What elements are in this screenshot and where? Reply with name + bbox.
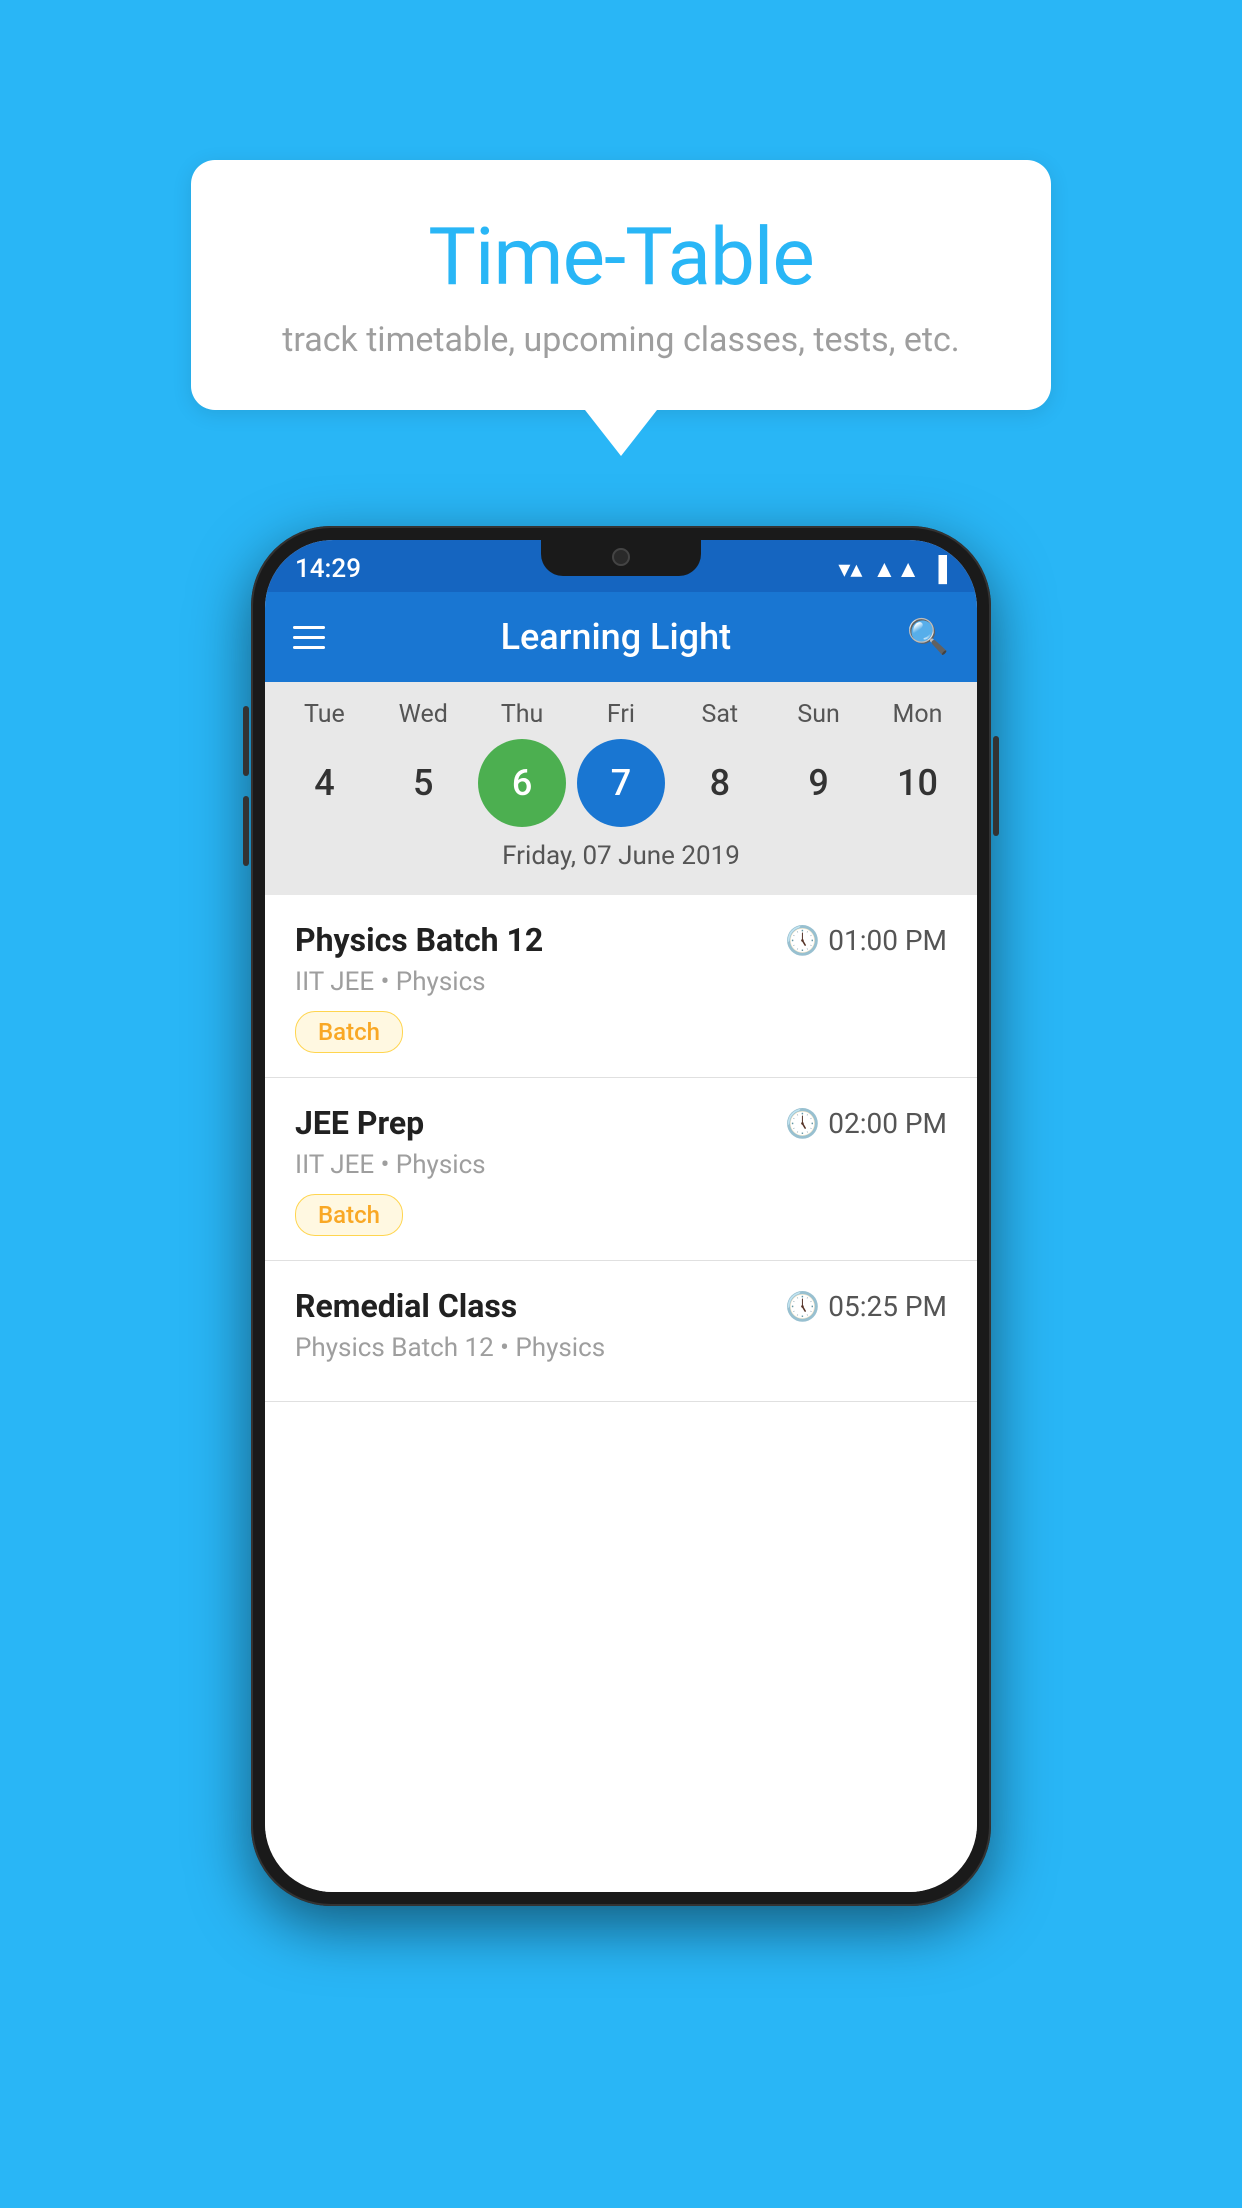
clock-icon-2: 🕔 [785, 1107, 820, 1140]
phone-screen: 14:29 ▾▴ ▲▲ ▐ Learning Light 🔍 [265, 540, 977, 1892]
day-numbers: 4 5 6 7 8 9 10 [265, 729, 977, 835]
power-button [993, 736, 999, 836]
promo-title: Time-Table [251, 210, 991, 304]
front-camera [612, 548, 630, 566]
status-time: 14:29 [295, 554, 361, 584]
schedule-item-2-subtitle: IIT JEE • Physics [295, 1150, 947, 1180]
day-header-sun: Sun [775, 700, 863, 729]
schedule-item-1-title: Physics Batch 12 [295, 921, 543, 959]
schedule-item-3-subtitle: Physics Batch 12 • Physics [295, 1333, 947, 1363]
day-6-today[interactable]: 6 [478, 739, 566, 827]
app-bar: Learning Light 🔍 [265, 592, 977, 682]
day-headers: Tue Wed Thu Fri Sat Sun Mon [265, 700, 977, 729]
day-header-wed: Wed [379, 700, 467, 729]
batch-badge-2: Batch [295, 1194, 403, 1236]
phone-notch [541, 540, 701, 576]
phone-frame: 14:29 ▾▴ ▲▲ ▐ Learning Light 🔍 [251, 526, 991, 1906]
schedule-list: Physics Batch 12 🕔 01:00 PM IIT JEE • Ph… [265, 895, 977, 1892]
status-icons: ▾▴ ▲▲ ▐ [838, 555, 947, 584]
speech-bubble-card: Time-Table track timetable, upcoming cla… [191, 160, 1051, 410]
volume-up-button [243, 706, 249, 776]
schedule-item-1-time: 🕔 01:00 PM [785, 924, 947, 957]
day-10[interactable]: 10 [873, 739, 961, 827]
schedule-item-2-title: JEE Prep [295, 1104, 424, 1142]
schedule-item-3-title: Remedial Class [295, 1287, 517, 1325]
day-8[interactable]: 8 [676, 739, 764, 827]
day-header-sat: Sat [676, 700, 764, 729]
clock-icon-1: 🕔 [785, 924, 820, 957]
schedule-item-2[interactable]: JEE Prep 🕔 02:00 PM IIT JEE • Physics Ba… [265, 1078, 977, 1261]
app-title: Learning Light [325, 616, 907, 658]
day-header-fri: Fri [577, 700, 665, 729]
calendar-strip: Tue Wed Thu Fri Sat Sun Mon 4 5 6 7 8 9 … [265, 682, 977, 895]
day-header-mon: Mon [873, 700, 961, 729]
wifi-icon: ▾▴ [838, 555, 862, 583]
schedule-item-2-time: 🕔 02:00 PM [785, 1107, 947, 1140]
schedule-item-1-header: Physics Batch 12 🕔 01:00 PM [295, 921, 947, 959]
schedule-item-3[interactable]: Remedial Class 🕔 05:25 PM Physics Batch … [265, 1261, 977, 1402]
promo-subtitle: track timetable, upcoming classes, tests… [251, 320, 991, 360]
selected-date-label: Friday, 07 June 2019 [265, 835, 977, 885]
volume-down-button [243, 796, 249, 866]
day-4[interactable]: 4 [280, 739, 368, 827]
speech-bubble-arrow [585, 410, 657, 456]
schedule-item-1-subtitle: IIT JEE • Physics [295, 967, 947, 997]
schedule-item-3-header: Remedial Class 🕔 05:25 PM [295, 1287, 947, 1325]
day-9[interactable]: 9 [775, 739, 863, 827]
schedule-item-3-time: 🕔 05:25 PM [785, 1290, 947, 1323]
day-5[interactable]: 5 [379, 739, 467, 827]
phone-mockup: 14:29 ▾▴ ▲▲ ▐ Learning Light 🔍 [241, 526, 1001, 1906]
day-header-thu: Thu [478, 700, 566, 729]
search-button[interactable]: 🔍 [907, 617, 949, 657]
signal-icon: ▲▲ [872, 555, 920, 584]
batch-badge-1: Batch [295, 1011, 403, 1053]
schedule-item-2-header: JEE Prep 🕔 02:00 PM [295, 1104, 947, 1142]
day-header-tue: Tue [280, 700, 368, 729]
battery-icon: ▐ [930, 555, 947, 584]
clock-icon-3: 🕔 [785, 1290, 820, 1323]
promo-section: Time-Table track timetable, upcoming cla… [191, 160, 1051, 456]
schedule-item-1[interactable]: Physics Batch 12 🕔 01:00 PM IIT JEE • Ph… [265, 895, 977, 1078]
day-7-selected[interactable]: 7 [577, 739, 665, 827]
menu-button[interactable] [293, 626, 325, 649]
